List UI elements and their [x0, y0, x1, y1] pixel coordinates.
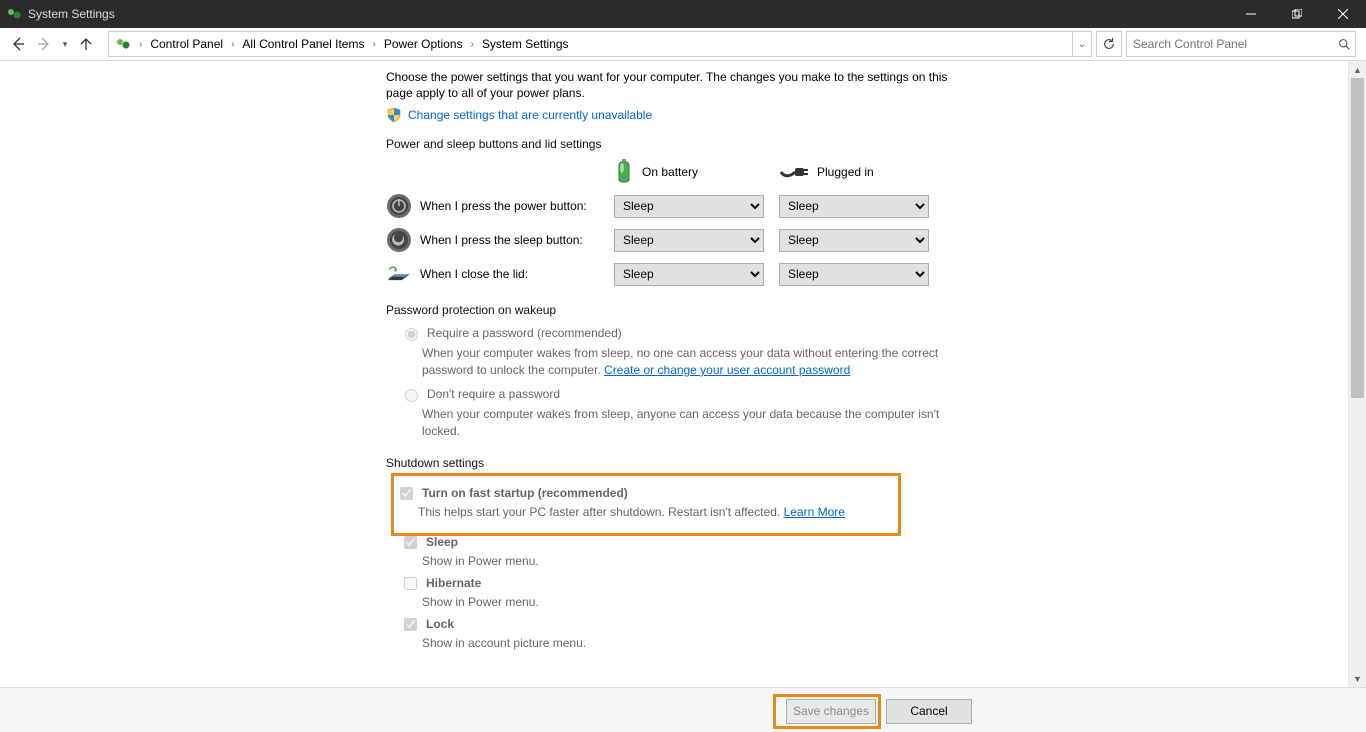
chevron-right-icon[interactable]: › [137, 39, 144, 50]
checkbox-hibernate [404, 577, 417, 590]
breadcrumb-item[interactable]: Power Options [378, 32, 469, 56]
desc-no-password: When your computer wakes from sleep, any… [422, 406, 952, 439]
select-sleep-battery[interactable]: Do nothingSleepHibernateShut down [614, 229, 764, 252]
recent-dropdown[interactable]: ▾ [58, 32, 72, 56]
plug-icon [779, 164, 809, 180]
label-fast-startup: Turn on fast startup (recommended) [422, 486, 628, 500]
scrollbar-thumb[interactable] [1351, 78, 1364, 398]
button-bar: Save changes Cancel [0, 687, 1366, 732]
save-changes-button: Save changes [786, 699, 876, 724]
col-plugged-label: Plugged in [817, 165, 874, 179]
label-close-lid: When I close the lid: [420, 267, 528, 281]
select-lid-battery[interactable]: Do nothingSleepHibernateShut down [614, 263, 764, 286]
select-sleep-plugged[interactable]: Do nothingSleepHibernateShut down [779, 229, 929, 252]
chevron-right-icon[interactable]: › [370, 39, 377, 50]
search-icon[interactable] [1333, 38, 1355, 51]
chevron-right-icon[interactable]: › [469, 39, 476, 50]
select-power-battery[interactable]: Do nothingSleepHibernateShut down [614, 195, 764, 218]
minimize-button[interactable] [1228, 0, 1274, 28]
refresh-button[interactable] [1096, 31, 1122, 57]
col-battery-label: On battery [642, 165, 698, 179]
search-box[interactable] [1126, 31, 1356, 57]
maximize-button[interactable] [1274, 0, 1320, 28]
breadcrumb-item[interactable]: System Settings [476, 32, 575, 56]
label-lock: Lock [426, 617, 454, 631]
desc-fast-startup: This helps start your PC faster after sh… [418, 505, 890, 519]
cancel-button[interactable]: Cancel [886, 699, 972, 724]
app-icon [6, 6, 22, 22]
link-learn-more[interactable]: Learn More [784, 505, 845, 519]
label-require-password: Require a password (recommended) [427, 326, 622, 340]
highlight-fast-startup: Turn on fast startup (recommended) This … [396, 478, 896, 531]
window-titlebar: System Settings [0, 0, 1366, 28]
section-password-title: Password protection on wakeup [386, 303, 956, 319]
select-power-plugged[interactable]: Do nothingSleepHibernateShut down [779, 195, 929, 218]
battery-icon [614, 159, 634, 185]
label-no-password: Don't require a password [427, 387, 560, 401]
vertical-scrollbar[interactable]: ▲ ▼ [1348, 61, 1366, 687]
row-power-button: When I press the power button: Do nothin… [386, 193, 956, 219]
row-sleep-button: When I press the sleep button: Do nothin… [386, 227, 956, 253]
desc-hibernate: Show in Power menu. [422, 595, 956, 609]
link-create-password[interactable]: Create or change your user account passw… [604, 363, 850, 377]
desc-sleep-shutdown: Show in Power menu. [422, 554, 956, 568]
uac-change-settings-link[interactable]: Change settings that are currently unava… [408, 108, 652, 122]
navigation-bar: ▾ › Control Panel › All Control Panel It… [0, 28, 1366, 61]
label-sleep-shutdown: Sleep [426, 535, 458, 549]
radio-no-password [405, 389, 418, 402]
address-bar[interactable]: › Control Panel › All Control Panel Item… [108, 31, 1092, 57]
highlight-save-changes: Save changes [776, 697, 878, 726]
sleep-button-icon [386, 227, 412, 253]
search-input[interactable] [1127, 32, 1333, 56]
close-button[interactable] [1320, 0, 1366, 28]
main-content: Choose the power settings that you want … [0, 61, 1366, 687]
label-sleep-button: When I press the sleep button: [420, 233, 583, 247]
section-shutdown-title: Shutdown settings [386, 456, 956, 472]
breadcrumb-item[interactable]: All Control Panel Items [236, 32, 370, 56]
checkbox-sleep [404, 536, 417, 549]
select-lid-plugged[interactable]: Do nothingSleepHibernateShut down [779, 263, 929, 286]
lid-icon [386, 261, 412, 287]
address-history-dropdown[interactable]: ⌄ [1072, 32, 1091, 56]
row-close-lid: When I close the lid: Do nothingSleepHib… [386, 261, 956, 287]
label-power-button: When I press the power button: [420, 199, 587, 213]
breadcrumb-root-icon[interactable] [109, 32, 137, 56]
breadcrumb-item[interactable]: Control Panel [144, 32, 229, 56]
checkbox-lock [404, 618, 417, 631]
label-hibernate: Hibernate [426, 576, 481, 590]
shield-icon [386, 107, 402, 123]
window-title: System Settings [28, 7, 115, 21]
forward-button[interactable] [32, 32, 56, 56]
up-button[interactable] [74, 32, 98, 56]
scroll-up-arrow[interactable]: ▲ [1349, 61, 1366, 78]
checkbox-fast-startup [400, 487, 413, 500]
desc-require-password: When your computer wakes from sleep, no … [422, 345, 952, 378]
section-power-buttons-title: Power and sleep buttons and lid settings [386, 137, 956, 153]
power-button-icon [386, 193, 412, 219]
chevron-right-icon[interactable]: › [229, 39, 236, 50]
page-description: Choose the power settings that you want … [386, 69, 956, 101]
back-button[interactable] [6, 32, 30, 56]
scroll-down-arrow[interactable]: ▼ [1349, 670, 1366, 687]
radio-require-password [405, 328, 418, 341]
desc-lock: Show in account picture menu. [422, 636, 956, 650]
